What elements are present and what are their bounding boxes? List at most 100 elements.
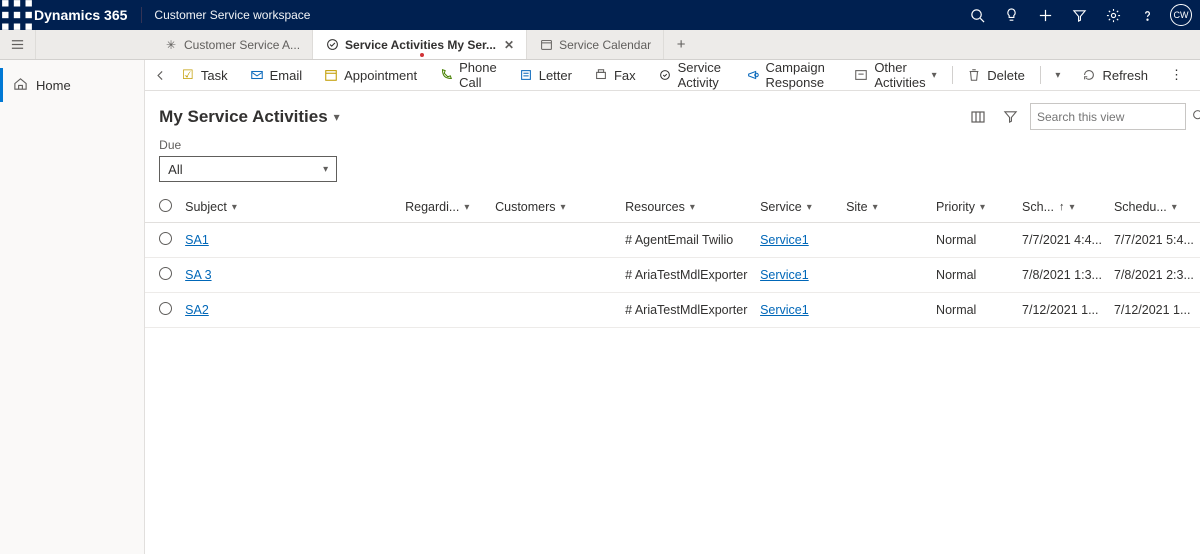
- column-scheduled-end[interactable]: Schedu...▾: [1114, 200, 1194, 214]
- phone-call-button[interactable]: Phone Call: [430, 60, 506, 91]
- gear-icon[interactable]: [1096, 0, 1130, 30]
- edit-columns-button[interactable]: [966, 105, 990, 129]
- search-box[interactable]: [1030, 103, 1186, 130]
- command-bar: ☑Task Email Appointment Phone Call Lette…: [145, 60, 1200, 91]
- cell-service[interactable]: Service1: [760, 268, 809, 282]
- hamburger-icon[interactable]: [0, 30, 36, 59]
- new-tab-button[interactable]: +: [664, 30, 698, 59]
- delete-button[interactable]: Delete: [958, 60, 1034, 91]
- tab-service-activities[interactable]: Service Activities My Ser... ✕: [313, 30, 527, 59]
- sort-up-icon: ↑: [1059, 201, 1065, 213]
- cell-site: [840, 223, 930, 258]
- calendar-icon: [324, 68, 338, 82]
- recording-dot-icon: [420, 53, 424, 57]
- cell-scheduled-end: 7/12/2021 1...: [1108, 293, 1200, 328]
- column-priority[interactable]: Priority▾: [936, 200, 1010, 214]
- due-filter-value: All: [168, 162, 182, 177]
- activity-icon: [325, 38, 339, 51]
- cell-site: [840, 258, 930, 293]
- due-filter-select[interactable]: All ▾: [159, 156, 337, 182]
- overflow-button[interactable]: ⋮: [1161, 60, 1192, 91]
- column-customers[interactable]: Customers▾: [495, 200, 613, 214]
- sidebar-item-label: Home: [36, 78, 71, 93]
- home-icon: [13, 76, 28, 94]
- sidebar-item-home[interactable]: Home: [0, 68, 144, 102]
- task-icon: ☑: [181, 68, 195, 82]
- other-activities-button[interactable]: Other Activities▾: [845, 60, 945, 91]
- chevron-down-icon: ▾: [561, 202, 566, 213]
- column-resources[interactable]: Resources▾: [625, 200, 748, 214]
- app-launcher-icon[interactable]: [0, 0, 34, 32]
- cell-priority: Normal: [930, 258, 1016, 293]
- other-activities-icon: [854, 68, 868, 82]
- close-icon[interactable]: ✕: [504, 38, 514, 52]
- row-select[interactable]: [159, 302, 172, 315]
- email-icon: [250, 68, 264, 82]
- search-icon[interactable]: [1192, 109, 1200, 125]
- appointment-button[interactable]: Appointment: [315, 60, 426, 91]
- column-subject[interactable]: Subject▾: [185, 200, 393, 214]
- calendar-icon: [539, 38, 553, 51]
- cell-site: [840, 293, 930, 328]
- letter-icon: [519, 68, 533, 82]
- cell-resources: # AriaTestMdlExporter: [619, 258, 754, 293]
- filter-icon[interactable]: [1062, 0, 1096, 30]
- cell-regarding: [399, 223, 489, 258]
- tab-customer-service-agent[interactable]: ✳ Customer Service A...: [152, 30, 313, 59]
- row-select[interactable]: [159, 232, 172, 245]
- cell-customers: [489, 258, 619, 293]
- data-grid: Subject▾ Regardi...▾ Customers▾ Resource…: [145, 192, 1200, 554]
- header-separator: [141, 7, 142, 23]
- avatar[interactable]: CW: [1170, 4, 1192, 26]
- refresh-button[interactable]: Refresh: [1073, 60, 1157, 91]
- search-icon[interactable]: [960, 0, 994, 30]
- table-row[interactable]: SA2# AriaTestMdlExporterService1Normal7/…: [145, 293, 1200, 328]
- table-row[interactable]: SA1# AgentEmail TwilioService1Normal7/7/…: [145, 223, 1200, 258]
- cell-subject[interactable]: SA2: [185, 303, 209, 317]
- letter-button[interactable]: Letter: [510, 60, 581, 91]
- tab-strip: ✳ Customer Service A... Service Activiti…: [0, 30, 1200, 60]
- cell-scheduled-start: 7/8/2021 1:3...: [1016, 258, 1108, 293]
- column-site[interactable]: Site▾: [846, 200, 924, 214]
- chevron-down-icon[interactable]: ▾: [334, 110, 340, 124]
- service-activity-button[interactable]: Service Activity: [649, 60, 733, 91]
- row-select[interactable]: [159, 267, 172, 280]
- delete-split-button[interactable]: ▾: [1046, 60, 1069, 91]
- task-button[interactable]: ☑Task: [172, 60, 237, 91]
- cell-service[interactable]: Service1: [760, 233, 809, 247]
- command-separator: [952, 66, 953, 84]
- campaign-response-button[interactable]: Campaign Response: [737, 60, 842, 91]
- cell-subject[interactable]: SA1: [185, 233, 209, 247]
- service-activity-icon: [658, 68, 672, 82]
- brand[interactable]: Dynamics 365: [34, 7, 141, 23]
- back-button[interactable]: [153, 63, 168, 87]
- chevron-down-icon: ▾: [1172, 202, 1177, 213]
- search-input[interactable]: [1037, 110, 1192, 124]
- column-service[interactable]: Service▾: [760, 200, 834, 214]
- tab-label: Service Calendar: [559, 38, 651, 52]
- cell-service[interactable]: Service1: [760, 303, 809, 317]
- cell-scheduled-end: 7/8/2021 2:3...: [1108, 258, 1200, 293]
- app-name: Customer Service workspace: [154, 8, 310, 22]
- email-button[interactable]: Email: [241, 60, 312, 91]
- trash-icon: [967, 68, 981, 82]
- snowflake-icon: ✳: [164, 38, 178, 52]
- filter-button[interactable]: [998, 105, 1022, 129]
- fax-button[interactable]: Fax: [585, 60, 645, 91]
- chevron-down-icon: ▾: [932, 70, 937, 81]
- column-scheduled-start[interactable]: Sch...↑▾: [1022, 200, 1102, 214]
- help-icon[interactable]: [1130, 0, 1164, 30]
- cell-scheduled-start: 7/7/2021 4:4...: [1016, 223, 1108, 258]
- tab-service-calendar[interactable]: Service Calendar: [527, 30, 664, 59]
- chevron-down-icon: ▾: [873, 202, 878, 213]
- column-regarding[interactable]: Regardi...▾: [405, 200, 483, 214]
- cell-subject[interactable]: SA 3: [185, 268, 211, 282]
- chevron-down-icon: ▾: [323, 164, 328, 175]
- view-title: My Service Activities: [159, 107, 328, 127]
- select-all[interactable]: [159, 199, 172, 212]
- cell-resources: # AriaTestMdlExporter: [619, 293, 754, 328]
- cell-priority: Normal: [930, 223, 1016, 258]
- add-icon[interactable]: [1028, 0, 1062, 30]
- lightbulb-icon[interactable]: [994, 0, 1028, 30]
- table-row[interactable]: SA 3# AriaTestMdlExporterService1Normal7…: [145, 258, 1200, 293]
